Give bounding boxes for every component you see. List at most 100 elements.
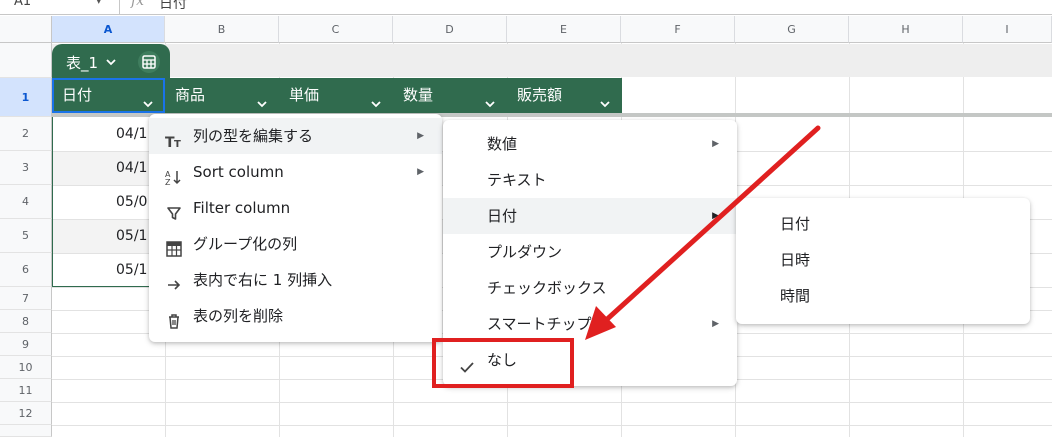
column-header-d[interactable]: D — [393, 16, 507, 43]
menu-item-label: テキスト — [487, 171, 547, 189]
row-header-10[interactable]: 10 — [0, 356, 52, 379]
table-header-product[interactable]: 商品 — [165, 78, 279, 113]
highlight-box — [432, 338, 574, 388]
menu-item-label: 日付 — [780, 215, 811, 233]
header-label: 商品 — [175, 86, 206, 104]
fx-icon: fx — [131, 0, 145, 9]
table-header-unit-price[interactable]: 単価 — [279, 78, 393, 113]
row-header-4[interactable]: 4 — [0, 185, 52, 219]
filter-icon — [165, 199, 183, 220]
svg-text:Z: Z — [165, 178, 171, 186]
chevron-down-icon[interactable]: ▾ — [96, 0, 102, 7]
formula-input[interactable]: 日付 — [159, 0, 187, 13]
table-band — [52, 44, 1052, 77]
column-header-h[interactable]: H — [849, 16, 963, 43]
table-header-quantity[interactable]: 数量 — [393, 78, 507, 113]
menu-item-label: 日付 — [487, 207, 518, 225]
divider — [119, 0, 120, 14]
menu-item-label: 数値 — [487, 135, 518, 153]
menu-item-label: 日時 — [780, 251, 811, 269]
type-text[interactable]: テキスト — [443, 162, 737, 198]
type-smart-chip[interactable]: スマートチップ ▶ — [443, 306, 737, 342]
row-header-12[interactable]: 12 — [0, 402, 52, 425]
table-settings-icon[interactable] — [138, 51, 160, 73]
row-header-13 — [0, 425, 52, 437]
formula-bar: A1 ▾ fx 日付 — [0, 0, 1052, 15]
row-header-7[interactable]: 7 — [0, 287, 52, 310]
date-type-submenu: 日付 日時 時間 — [736, 198, 1030, 324]
chevron-down-icon[interactable] — [483, 89, 497, 124]
row-header-1[interactable]: 1 — [0, 78, 52, 117]
submenu-arrow-icon: ▶ — [417, 167, 424, 177]
select-all-corner[interactable] — [0, 16, 52, 43]
menu-item-group-column[interactable]: グループ化の列 — [149, 226, 442, 262]
column-header-e[interactable]: E — [507, 16, 621, 43]
row-header-2[interactable]: 2 — [0, 117, 52, 151]
column-context-menu: TT 列の型を編集する ▶ AZ Sort column ▶ Filter co… — [149, 114, 442, 342]
date-type-datetime[interactable]: 日時 — [736, 242, 1030, 278]
column-header-b[interactable]: B — [165, 16, 279, 43]
menu-item-label: チェックボックス — [487, 279, 607, 297]
text-type-icon: TT — [165, 127, 183, 151]
table-name: 表_1 — [66, 54, 99, 72]
menu-item-label: 時間 — [780, 287, 811, 305]
date-cell[interactable]: 04/1 — [116, 160, 147, 176]
date-type-time[interactable]: 時間 — [736, 278, 1030, 314]
menu-item-label: グループ化の列 — [193, 235, 298, 253]
table-border — [52, 117, 53, 287]
table-header-row: 日付 商品 単価 数量 販売額 — [52, 78, 622, 113]
column-header-g[interactable]: G — [735, 16, 849, 43]
table-name-chip[interactable]: 表_1 — [52, 44, 170, 78]
submenu-arrow-icon: ▶ — [712, 139, 719, 149]
type-number[interactable]: 数値 ▶ — [443, 126, 737, 162]
menu-item-insert-column-right[interactable]: 表内で右に 1 列挿入 — [149, 262, 442, 298]
type-date[interactable]: 日付 ▶ — [443, 198, 737, 234]
menu-item-label: 表の列を削除 — [193, 307, 284, 325]
sort-az-icon: AZ — [165, 163, 183, 187]
row-header-3[interactable]: 3 — [0, 151, 52, 185]
menu-item-label: Sort column — [193, 163, 284, 181]
submenu-arrow-icon: ▶ — [417, 131, 424, 141]
table-header-sales[interactable]: 販売額 — [507, 78, 622, 113]
menu-item-label: Filter column — [193, 199, 291, 217]
row-header-8[interactable]: 8 — [0, 310, 52, 333]
menu-item-edit-column-type[interactable]: TT 列の型を編集する ▶ — [149, 118, 442, 154]
menu-item-label: プルダウン — [487, 243, 563, 261]
chevron-down-icon[interactable] — [598, 89, 612, 124]
menu-item-filter-column[interactable]: Filter column — [149, 190, 442, 226]
type-checkbox[interactable]: チェックボックス — [443, 270, 737, 306]
menu-item-sort-column[interactable]: AZ Sort column ▶ — [149, 154, 442, 190]
grid-line — [52, 402, 1052, 403]
menu-item-label: 表内で右に 1 列挿入 — [193, 271, 333, 289]
row-header-6[interactable]: 6 — [0, 253, 52, 287]
table-group-icon — [165, 235, 183, 257]
row-header-5[interactable]: 5 — [0, 219, 52, 253]
table-border — [52, 286, 164, 287]
grid-line — [52, 425, 1052, 426]
row-header-9[interactable]: 9 — [0, 333, 52, 356]
column-header-f[interactable]: F — [621, 16, 735, 43]
date-cell[interactable]: 04/1 — [116, 126, 147, 142]
table-header-date[interactable]: 日付 — [52, 78, 165, 113]
submenu-arrow-icon: ▶ — [712, 211, 719, 221]
row-header-0 — [0, 43, 52, 78]
column-header-a[interactable]: A — [52, 16, 165, 43]
header-label: 日付 — [62, 86, 93, 104]
date-type-date[interactable]: 日付 — [736, 206, 1030, 242]
column-header-i[interactable]: I — [963, 16, 1052, 43]
type-dropdown[interactable]: プルダウン — [443, 234, 737, 270]
date-cell[interactable]: 05/0 — [116, 194, 147, 210]
row-header-11[interactable]: 11 — [0, 379, 52, 402]
name-box[interactable]: A1 — [14, 0, 31, 9]
header-label: 数量 — [403, 86, 434, 104]
svg-text:T: T — [174, 139, 181, 150]
date-cell[interactable]: 05/1 — [116, 228, 147, 244]
column-header-c[interactable]: C — [279, 16, 393, 43]
submenu-arrow-icon: ▶ — [712, 319, 719, 329]
menu-item-label: スマートチップ — [487, 315, 592, 333]
menu-item-delete-column[interactable]: 表の列を削除 — [149, 298, 442, 334]
header-label: 単価 — [289, 86, 320, 104]
chevron-down-icon[interactable] — [104, 54, 118, 73]
date-cell[interactable]: 05/1 — [116, 262, 147, 278]
menu-item-label: 列の型を編集する — [193, 127, 314, 145]
